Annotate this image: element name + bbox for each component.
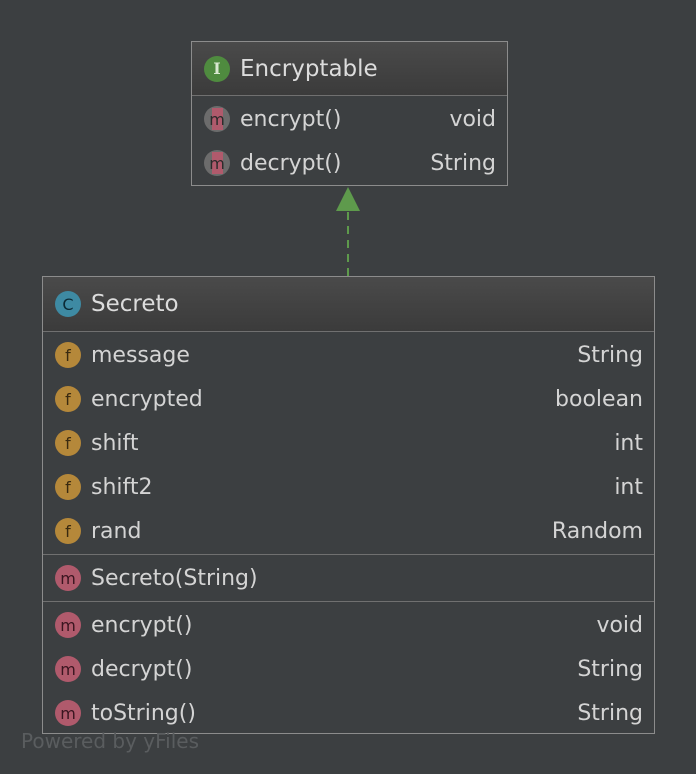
abstract-method-icon: m (204, 150, 230, 176)
constructors-section: m Secreto(String) (43, 555, 654, 602)
field-name: shift2 (91, 474, 153, 500)
field-type: int (614, 474, 643, 500)
interface-methods-section: m encrypt() void m decrypt() String (192, 96, 507, 186)
yfiles-watermark: Powered by yFiles (21, 729, 199, 753)
class-name: Secreto (91, 291, 179, 317)
constructor-name: Secreto(String) (91, 565, 258, 591)
class-icon: C (55, 291, 81, 317)
field-icon: f (55, 430, 81, 456)
method-return-type: String (577, 656, 643, 682)
interface-method-row[interactable]: m decrypt() String (192, 141, 507, 185)
field-name: rand (91, 518, 142, 544)
method-icon: m (55, 656, 81, 682)
field-icon: f (55, 474, 81, 500)
interface-header[interactable]: I Encryptable (192, 42, 507, 96)
method-name: toString() (91, 700, 196, 726)
realization-arrowhead (336, 187, 360, 211)
class-header[interactable]: C Secreto (43, 277, 654, 332)
interface-name: Encryptable (240, 55, 378, 82)
class-secreto-box[interactable]: C Secreto f message String f encrypted b… (42, 276, 655, 734)
interface-encryptable-box[interactable]: I Encryptable m encrypt() void m decrypt… (191, 41, 508, 186)
abstract-method-icon: m (204, 106, 230, 132)
method-name: encrypt() (240, 106, 342, 132)
field-name: shift (91, 430, 139, 456)
constructor-row[interactable]: m Secreto(String) (43, 556, 654, 600)
diagram-canvas: I Encryptable m encrypt() void m decrypt… (0, 0, 696, 774)
method-icon: m (55, 565, 81, 591)
method-return-type: String (430, 150, 496, 176)
method-return-type: void (596, 612, 643, 638)
methods-section: m encrypt() void m decrypt() String m to… (43, 602, 654, 736)
method-icon: m (55, 612, 81, 638)
field-row[interactable]: f rand Random (43, 509, 654, 553)
method-row[interactable]: m decrypt() String (43, 647, 654, 691)
interface-icon: I (204, 55, 230, 82)
field-icon: f (55, 518, 81, 544)
interface-method-row[interactable]: m encrypt() void (192, 97, 507, 141)
field-name: message (91, 342, 190, 368)
field-type: Random (551, 518, 643, 544)
field-name: encrypted (91, 386, 203, 412)
method-name: decrypt() (240, 150, 342, 176)
field-type: int (614, 430, 643, 456)
field-row[interactable]: f shift2 int (43, 465, 654, 509)
fields-section: f message String f encrypted boolean f s… (43, 332, 654, 555)
field-row[interactable]: f shift int (43, 421, 654, 465)
field-icon: f (55, 386, 81, 412)
method-icon: m (55, 700, 81, 726)
field-type: boolean (555, 386, 643, 412)
method-name: encrypt() (91, 612, 193, 638)
field-row[interactable]: f encrypted boolean (43, 377, 654, 421)
field-icon: f (55, 342, 81, 368)
field-type: String (577, 342, 643, 368)
method-name: decrypt() (91, 656, 193, 682)
method-return-type: String (577, 700, 643, 726)
method-row[interactable]: m encrypt() void (43, 603, 654, 647)
field-row[interactable]: f message String (43, 333, 654, 377)
method-return-type: void (449, 106, 496, 132)
